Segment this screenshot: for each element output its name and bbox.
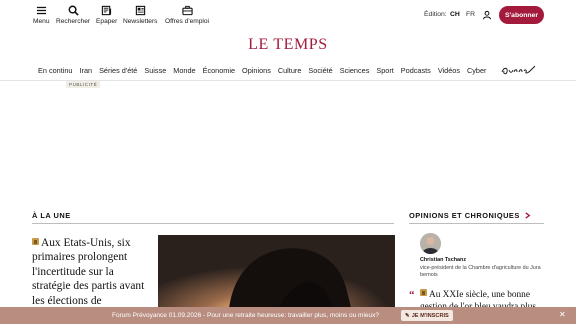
nav-item-opinions[interactable]: Opinions: [242, 66, 271, 75]
edition-label: Édition:: [424, 11, 447, 18]
pen-icon: ✎: [405, 312, 410, 319]
top-toolbar: Menu Rechercher Epaper Newsletters Offre…: [0, 0, 576, 34]
ad-label: PUBLICITÉ: [66, 81, 101, 88]
edition-ch-link[interactable]: CH: [450, 11, 460, 18]
briefcase-icon: [181, 5, 193, 16]
search-icon: [68, 5, 79, 16]
nav-item-suisse[interactable]: Suisse: [144, 66, 166, 75]
newsletter-icon: [135, 5, 145, 16]
newsletters-label: Newsletters: [123, 18, 158, 25]
register-button-label: JE M'INSCRIS: [411, 312, 449, 319]
nav-item-sciences[interactable]: Sciences: [340, 66, 370, 75]
user-icon[interactable]: [482, 10, 492, 20]
nav-item-cyber[interactable]: Cyber: [467, 66, 486, 75]
promo-banner: Forum Prévoyance 01.09.2026 - Pour une r…: [0, 307, 576, 324]
epaper-button[interactable]: Epaper: [96, 5, 117, 25]
opinions-section-title[interactable]: OPINIONS ET CHRONIQUES: [409, 211, 531, 220]
opinions-section-divider: [409, 223, 544, 224]
nav-item-series-ete[interactable]: Séries d'été: [99, 66, 137, 75]
main-nav: En continu Iran Séries d'été Suisse Mond…: [38, 66, 493, 75]
subscribe-button[interactable]: S'abonner: [499, 6, 544, 24]
nav-item-videos[interactable]: Vidéos: [438, 66, 460, 75]
jobs-button[interactable]: Offres d'emploi: [165, 5, 209, 25]
nav-item-podcasts[interactable]: Podcasts: [401, 66, 431, 75]
promo-banner-text[interactable]: Forum Prévoyance 01.09.2026 - Pour une r…: [112, 312, 379, 319]
quote-icon: “: [409, 289, 415, 301]
premium-icon: [32, 238, 39, 245]
author-name[interactable]: Christian Tschanz: [420, 257, 466, 263]
search-label: Rechercher: [56, 18, 91, 25]
nav-item-en-continu[interactable]: En continu: [38, 66, 72, 75]
nav-item-monde[interactable]: Monde: [173, 66, 195, 75]
jobs-label: Offres d'emploi: [165, 18, 210, 25]
author-role: vice-président de la Chambre d'agricultu…: [420, 265, 541, 279]
headlines-section-divider: [32, 223, 394, 224]
nav-item-culture[interactable]: Culture: [278, 66, 302, 75]
nav-item-iran[interactable]: Iran: [79, 66, 92, 75]
close-icon[interactable]: ✕: [559, 310, 566, 319]
nav-item-societe[interactable]: Société: [308, 66, 332, 75]
main-article-title: Aux Etats-Unis, six primaires prolongent…: [32, 237, 145, 307]
main-article-headline[interactable]: Aux Etats-Unis, six primaires prolongent…: [32, 236, 150, 308]
menu-button[interactable]: Menu: [33, 5, 50, 25]
search-button[interactable]: Rechercher: [56, 5, 90, 25]
premium-icon: [420, 289, 427, 296]
author-avatar[interactable]: [420, 233, 441, 254]
menu-label: Menu: [33, 18, 50, 25]
opinions-section-label: OPINIONS ET CHRONIQUES: [409, 211, 520, 220]
nav-item-sport[interactable]: Sport: [376, 66, 393, 75]
newsletters-button[interactable]: Newsletters: [123, 5, 157, 25]
epaper-icon: [101, 5, 112, 16]
signature-logo[interactable]: [500, 63, 536, 77]
edition-fr-link[interactable]: FR: [466, 11, 475, 18]
nav-item-economie[interactable]: Économie: [203, 66, 235, 75]
epaper-label: Epaper: [96, 18, 118, 25]
site-logo[interactable]: LE TEMPS: [0, 36, 576, 54]
menu-icon: [36, 6, 46, 15]
headlines-section-title[interactable]: À LA UNE: [32, 211, 71, 220]
chevron-right-icon: [525, 212, 531, 219]
register-button[interactable]: ✎ JE M'INSCRIS: [401, 310, 453, 321]
